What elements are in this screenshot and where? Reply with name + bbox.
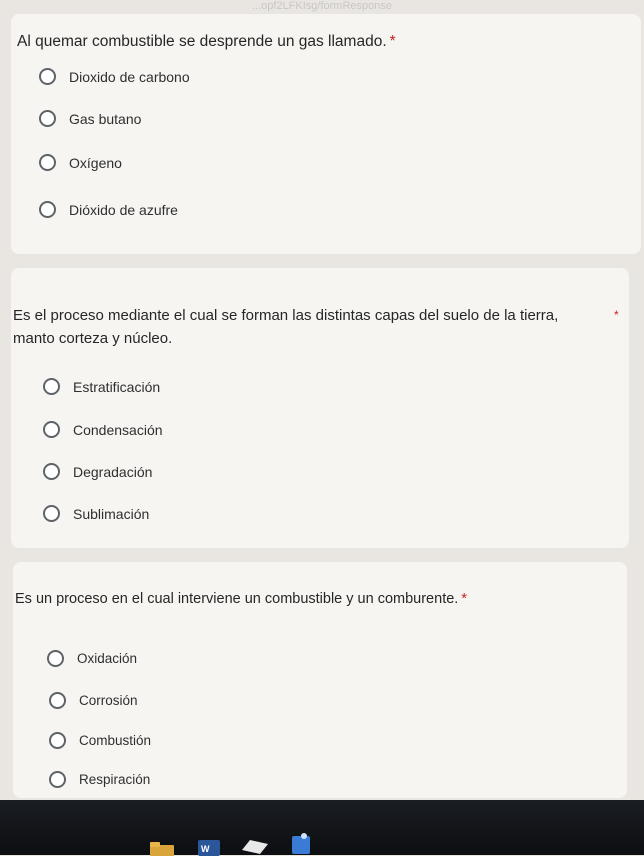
option-combustion[interactable]: Combustión xyxy=(49,732,151,749)
required-mark: * xyxy=(614,308,619,322)
option-gas-butano[interactable]: Gas butano xyxy=(39,110,141,127)
radio-button[interactable] xyxy=(43,505,60,522)
radio-button[interactable] xyxy=(43,421,60,438)
option-label: Sublimación xyxy=(73,505,150,522)
option-label: Estratificación xyxy=(73,378,161,395)
photos-icon[interactable] xyxy=(290,832,312,854)
required-mark: * xyxy=(461,591,467,607)
option-label: Combustión xyxy=(79,733,152,748)
option-dioxido-de-azufre[interactable]: Dióxido de azufre xyxy=(39,201,178,218)
radio-button[interactable] xyxy=(39,154,56,171)
radio-button[interactable] xyxy=(39,201,56,218)
option-label: Respiración xyxy=(79,772,151,787)
question-title: Al quemar combustible se desprende un ga… xyxy=(17,33,396,50)
option-label: Oxígeno xyxy=(69,154,122,171)
option-label: Dioxido de carbono xyxy=(69,68,190,85)
option-label: Corrosión xyxy=(79,693,138,708)
browser-url-strip: ...opf2LFKIsg/formResponse xyxy=(251,0,392,12)
option-label: Oxidación xyxy=(77,651,138,666)
option-dioxido-de-carbono[interactable]: Dioxido de carbono xyxy=(39,68,190,85)
radio-button[interactable] xyxy=(39,110,56,127)
option-oxigeno[interactable]: Oxígeno xyxy=(39,154,122,171)
question-card-3: Es un proceso en el cual interviene un c… xyxy=(13,562,627,798)
option-oxidacion[interactable]: Oxidación xyxy=(47,650,137,667)
radio-button[interactable] xyxy=(49,771,66,788)
drive-icon[interactable] xyxy=(242,840,268,854)
required-mark: * xyxy=(389,33,396,50)
folder-icon[interactable] xyxy=(150,842,174,856)
option-label: Dióxido de azufre xyxy=(69,201,178,218)
option-degradacion[interactable]: Degradación xyxy=(43,463,152,480)
option-respiracion[interactable]: Respiración xyxy=(49,771,150,788)
svg-text:W: W xyxy=(201,844,210,854)
option-label: Gas butano xyxy=(69,110,142,127)
option-label: Degradación xyxy=(73,463,153,480)
option-estratificacion[interactable]: Estratificación xyxy=(43,378,160,395)
question-title: Es el proceso mediante el cual se forman… xyxy=(13,307,559,347)
question-card-2: Es el proceso mediante el cual se forman… xyxy=(11,268,629,548)
question-card-1: Al quemar combustible se desprende un ga… xyxy=(11,14,641,254)
question-title: Es un proceso en el cual interviene un c… xyxy=(15,591,467,607)
option-label: Condensación xyxy=(73,421,163,438)
radio-button[interactable] xyxy=(43,463,60,480)
option-condensacion[interactable]: Condensación xyxy=(43,421,163,438)
radio-button[interactable] xyxy=(47,650,64,667)
option-sublimacion[interactable]: Sublimación xyxy=(43,505,149,522)
taskbar: W xyxy=(0,800,644,856)
word-icon[interactable]: W xyxy=(198,840,220,856)
radio-button[interactable] xyxy=(39,68,56,85)
option-corrosion[interactable]: Corrosión xyxy=(49,692,138,709)
radio-button[interactable] xyxy=(49,692,66,709)
radio-button[interactable] xyxy=(49,732,66,749)
radio-button[interactable] xyxy=(43,378,60,395)
